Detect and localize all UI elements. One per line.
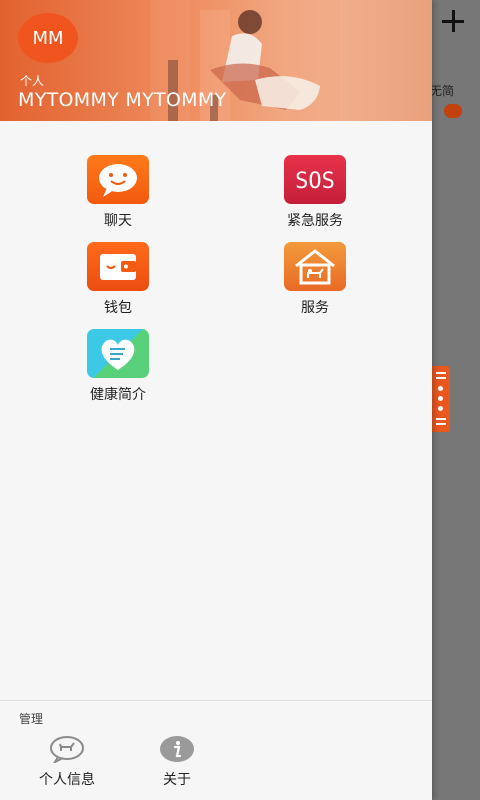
menu-item-health[interactable]: 健康简介 bbox=[58, 329, 178, 404]
footer-item-label: 个人信息 bbox=[39, 772, 95, 788]
add-icon[interactable] bbox=[436, 4, 470, 38]
profile-subtitle: 个人 bbox=[20, 74, 45, 88]
menu-grid: 聊天 SOS 紧急服务 钱包 服务 健康简介 bbox=[0, 121, 432, 701]
footer-divider bbox=[0, 700, 432, 701]
menu-item-label: 服务 bbox=[301, 300, 329, 316]
menu-item-label: 紧急服务 bbox=[287, 213, 343, 229]
wallet-icon bbox=[87, 242, 149, 291]
svg-text:SOS: SOS bbox=[295, 169, 335, 194]
background-label: 无简 bbox=[430, 84, 455, 98]
about-button[interactable]: 关于 bbox=[132, 735, 222, 789]
drawer-handle-icon[interactable] bbox=[432, 366, 450, 432]
menu-item-label: 聊天 bbox=[104, 213, 132, 229]
footer-item-label: 关于 bbox=[163, 772, 191, 788]
menu-item-label: 钱包 bbox=[104, 300, 132, 316]
menu-item-wallet[interactable]: 钱包 bbox=[58, 242, 178, 317]
avatar[interactable]: MM bbox=[18, 13, 78, 63]
menu-item-chat[interactable]: 聊天 bbox=[58, 155, 178, 230]
menu-item-service[interactable]: 服务 bbox=[255, 242, 375, 317]
dog-house-icon bbox=[284, 242, 346, 291]
menu-item-emergency[interactable]: SOS 紧急服务 bbox=[255, 155, 375, 230]
sos-icon: SOS bbox=[284, 155, 346, 204]
health-heart-icon bbox=[87, 329, 149, 378]
profile-name: MYTOMMY MYTOMMY bbox=[18, 89, 227, 111]
notification-dot bbox=[444, 104, 462, 118]
navigation-drawer: MM 个人 MYTOMMY MYTOMMY 聊天 SOS 紧急服务 钱包 服务 … bbox=[0, 0, 432, 800]
profile-info-button[interactable]: 个人信息 bbox=[22, 735, 112, 789]
dog-chat-icon bbox=[49, 735, 85, 765]
footer-section-title: 管理 bbox=[19, 712, 44, 726]
drawer-header: MM 个人 MYTOMMY MYTOMMY bbox=[0, 0, 432, 121]
menu-item-label: 健康简介 bbox=[90, 387, 146, 403]
chat-icon bbox=[87, 155, 149, 204]
info-icon bbox=[159, 735, 195, 763]
